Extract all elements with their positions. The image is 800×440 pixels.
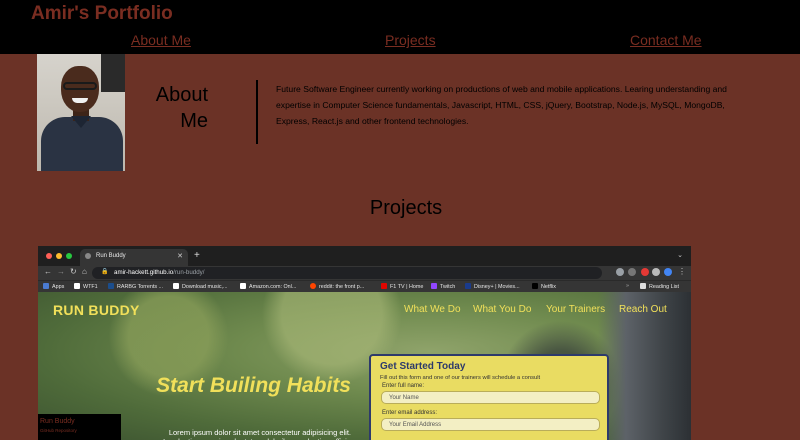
puzzle-extensions-icon — [652, 268, 660, 276]
share-icon — [616, 268, 624, 276]
site-title: Amir's Portfolio — [31, 3, 173, 24]
email-label: Enter email address: — [382, 410, 438, 416]
runbuddy-logo: RUN BUDDY — [53, 302, 140, 318]
runbuddy-nav-trainers: Your Trainers — [546, 304, 606, 315]
site-header: Amir's Portfolio About Me Projects Conta… — [0, 0, 800, 54]
profile-icon — [664, 268, 672, 276]
bookmark-wtf1: WTF1 — [74, 283, 98, 290]
browser-tab: Run Buddy ✕ — [80, 249, 188, 266]
hero-text: Lorem ipsum dolor sit amet consectetur a… — [163, 428, 351, 440]
tab-favicon-icon — [85, 253, 91, 259]
bookmark-f1tv: F1 TV | Home — [381, 283, 423, 290]
minimize-window-icon — [56, 253, 62, 259]
bookmark-rarbg: RARBG Torrents ... — [108, 283, 163, 290]
about-text: Future Software Engineer currently worki… — [276, 84, 727, 126]
bookmark-disney: Disney+ | Movies... — [465, 283, 520, 290]
nav-link-projects[interactable]: Projects — [385, 32, 436, 48]
new-tab-icon: + — [194, 250, 200, 261]
runbuddy-nav-what-we-do: What We Do — [404, 304, 461, 315]
maximize-window-icon — [66, 253, 72, 259]
lock-icon: 🔒 — [101, 269, 109, 275]
get-started-form: Get Started Today Fill out this form and… — [369, 354, 609, 440]
bookmark-amazon: Amazon.com: Onl... — [240, 283, 296, 290]
about-heading: About Me — [155, 84, 208, 132]
bookmarks-overflow-icon: » — [626, 283, 629, 289]
runbuddy-page: RUN BUDDY What We Do What You Do Your Tr… — [38, 292, 691, 440]
browser-toolbar: ← → ↻ ⌂ 🔒 amir-hackett.github.io/run-bud… — [38, 266, 691, 280]
bookmark-netflix: Netflix — [532, 283, 556, 290]
tab-close-icon: ✕ — [177, 253, 183, 260]
bookmark-twitch: Twitch — [431, 283, 455, 290]
runbuddy-nav-reach-out: Reach Out — [619, 304, 667, 315]
project-screenshot[interactable]: Run Buddy ✕ + ⌄ ← → ↻ ⌂ 🔒 amir-hackett.g… — [38, 246, 691, 440]
reload-icon: ↻ — [70, 267, 77, 276]
form-title: Get Started Today — [380, 361, 466, 372]
extension-icon — [641, 268, 649, 276]
bookmark-download-music: Download music,... — [173, 283, 228, 290]
url-host: amir-hackett.github.io — [114, 269, 174, 276]
bookmark-apps: Apps — [43, 283, 64, 290]
bookmark-reddit: reddit: the front p... — [310, 283, 364, 290]
url-path: /run-buddy/ — [173, 269, 205, 276]
browser-tab-title: Run Buddy — [96, 253, 126, 259]
address-bar: 🔒 amir-hackett.github.io/run-buddy/ — [92, 267, 602, 279]
bookmarks-bar: Apps WTF1 RARBG Torrents ... Download mu… — [38, 280, 691, 292]
hero-title: Start Builing Habits — [156, 374, 351, 397]
home-icon: ⌂ — [82, 267, 87, 276]
email-input: Your Email Address — [381, 418, 600, 431]
tab-menu-chevron-icon: ⌄ — [677, 252, 683, 259]
form-subtitle: Fill out this form and one of our traine… — [380, 375, 541, 381]
nav-link-about[interactable]: About Me — [131, 32, 191, 48]
forward-icon: → — [57, 267, 65, 276]
profile-photo — [37, 54, 125, 171]
project-caption[interactable]: Run Buddy GitHub Repository — [38, 414, 121, 440]
back-icon: ← — [44, 267, 52, 276]
browser-menu-icon: ⋮ — [678, 267, 686, 276]
close-window-icon — [46, 253, 52, 259]
name-input: Your Name — [381, 391, 600, 404]
nav-link-contact[interactable]: Contact Me — [630, 32, 702, 48]
projects-heading: Projects — [369, 197, 443, 219]
browser-tab-bar: Run Buddy ✕ + ⌄ — [38, 246, 691, 266]
name-label: Enter full name: — [382, 383, 425, 389]
reading-list: Reading List — [640, 283, 679, 290]
about-divider — [256, 80, 258, 144]
project-caption-title: Run Buddy — [40, 418, 75, 425]
bookmark-star-icon — [628, 268, 636, 276]
runbuddy-nav-what-you-do: What You Do — [473, 304, 532, 315]
project-caption-link[interactable]: GitHub Repository — [40, 428, 77, 433]
